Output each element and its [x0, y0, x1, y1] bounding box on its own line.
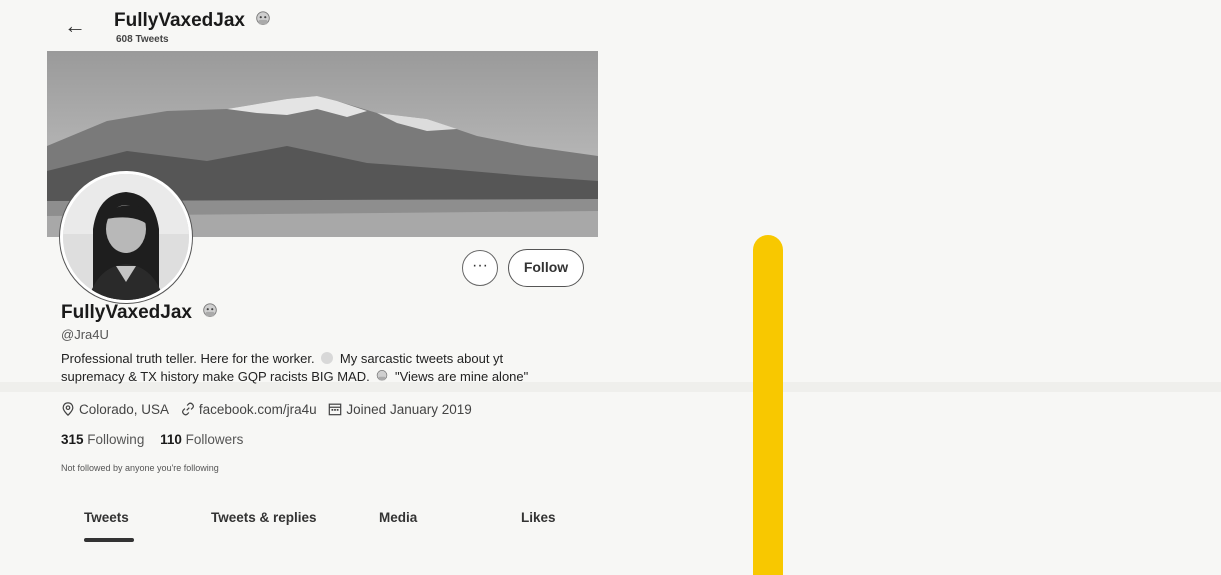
bio-line-2: supremacy & TX history make GQP racists … [61, 368, 601, 386]
tweet-count: 608 Tweets [116, 34, 169, 45]
tab-media[interactable]: Media [379, 510, 417, 525]
more-options-button[interactable]: ··· [462, 250, 498, 286]
display-name-text: FullyVaxedJax [61, 302, 192, 323]
not-followed-note: Not followed by anyone you're following [61, 463, 219, 473]
display-name: FullyVaxedJax [61, 302, 219, 324]
following-count: 315 [61, 432, 84, 447]
calendar-icon [329, 403, 342, 416]
joined-text: Joined January 2019 [346, 402, 472, 417]
bio-line-1: Professional truth teller. Here for the … [61, 350, 601, 368]
header-title-text: FullyVaxedJax [114, 10, 245, 31]
following-label: Following [87, 432, 145, 447]
user-handle: @Jra4U [61, 327, 109, 342]
syringe-emoji-icon [203, 303, 217, 317]
syringe-emoji-icon [256, 11, 270, 25]
bio-text: supremacy & TX history make GQP racists … [61, 369, 370, 384]
followers-stat[interactable]: 110 Followers [160, 432, 243, 447]
bio-text: "Views are mine alone" [394, 369, 529, 384]
location-text: Colorado, USA [79, 402, 170, 417]
follow-stats: 315 Following 110 Followers [61, 432, 255, 447]
header-title: FullyVaxedJax [114, 10, 272, 32]
emoji-icon [321, 352, 334, 364]
yellow-highlight-bar [753, 235, 783, 575]
tab-tweets[interactable]: Tweets [84, 510, 129, 525]
profile-bio: Professional truth teller. Here for the … [61, 350, 601, 386]
profile-meta: Colorado, USA facebook.com/jra4u Joined … [61, 402, 480, 417]
website-item[interactable]: facebook.com/jra4u [181, 402, 317, 417]
followers-label: Followers [185, 432, 244, 447]
profile-tabs: Tweets Tweets & replies Media Likes [61, 505, 601, 545]
twitter-profile-page: ← FullyVaxedJax 608 Tweets ··· Follow Fu… [0, 0, 600, 566]
follow-button[interactable]: Follow [508, 249, 584, 287]
tab-tweets-replies[interactable]: Tweets & replies [211, 510, 317, 525]
profile-avatar[interactable] [60, 171, 192, 303]
website-link[interactable]: facebook.com/jra4u [199, 402, 317, 417]
location-item: Colorado, USA [61, 402, 169, 417]
bio-text: My sarcastic tweets about yt [339, 351, 504, 366]
link-icon [181, 402, 194, 416]
followers-count: 110 [160, 432, 182, 447]
syringe-emoji-icon [377, 370, 388, 381]
joined-item: Joined January 2019 [328, 402, 472, 417]
following-stat[interactable]: 315 Following [61, 432, 144, 447]
location-pin-icon [62, 402, 74, 416]
back-arrow-icon[interactable]: ← [64, 14, 88, 38]
active-tab-indicator [84, 538, 134, 542]
bio-text: Professional truth teller. Here for the … [61, 351, 315, 366]
tab-likes[interactable]: Likes [521, 510, 556, 525]
